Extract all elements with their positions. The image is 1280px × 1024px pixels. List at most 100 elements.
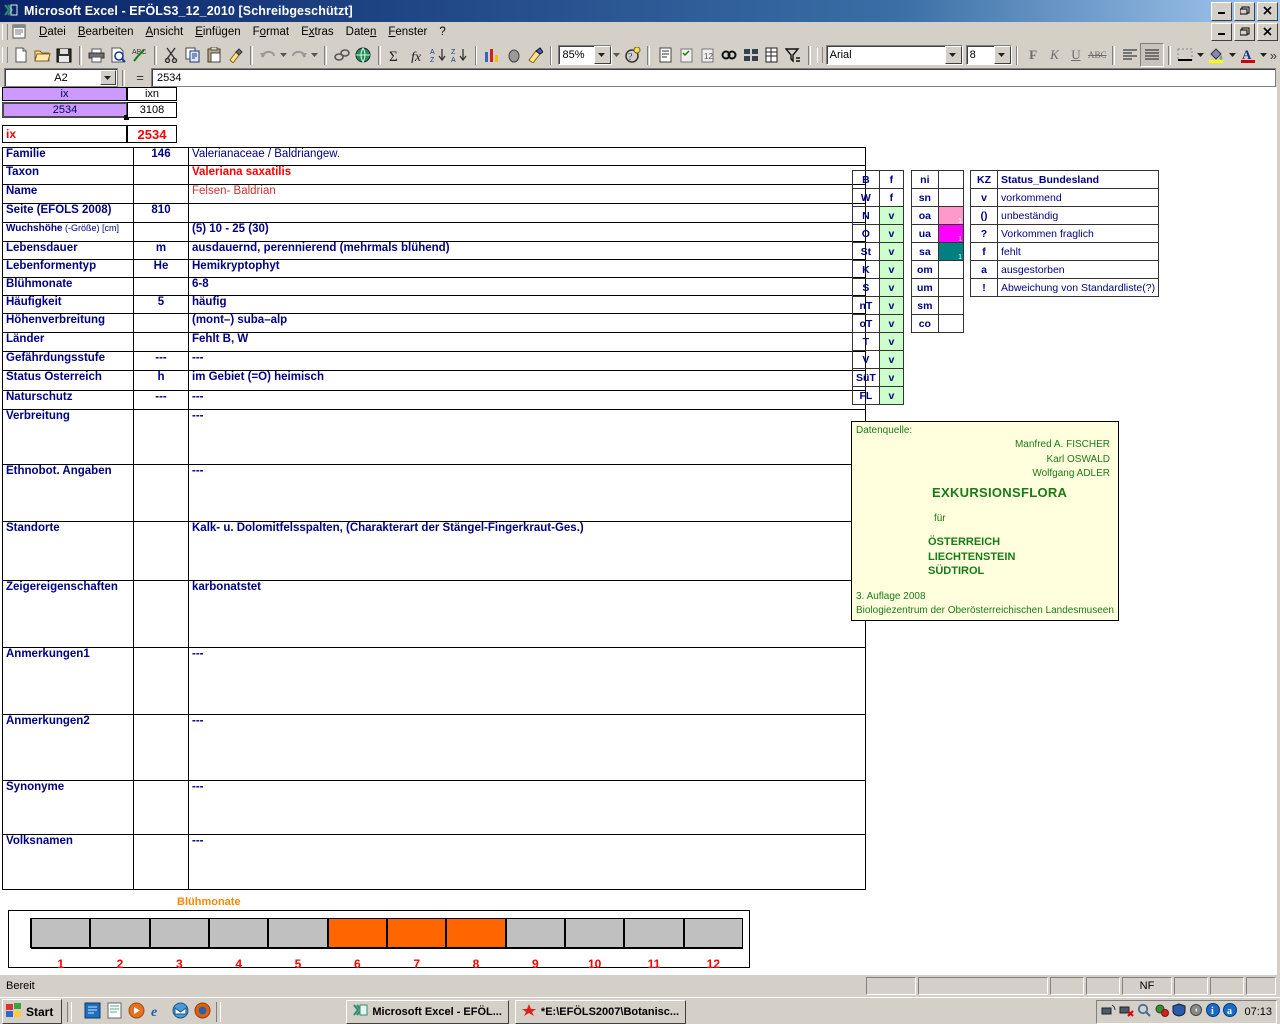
hoehenstufe-legend-row[interactable]: ni bbox=[911, 170, 965, 189]
laender-legend-row[interactable]: Bf bbox=[852, 170, 905, 189]
office-assistant-icon[interactable]: ? bbox=[622, 44, 643, 66]
notepad-icon[interactable] bbox=[106, 1002, 123, 1022]
calendar-icon[interactable]: 12 bbox=[697, 44, 718, 66]
table-row[interactable]: Name Felsen- Baldrian bbox=[2, 184, 866, 204]
name-box-dropdown-icon[interactable] bbox=[100, 70, 116, 85]
acrobat-icon[interactable]: a bbox=[1223, 1003, 1238, 1020]
show-desktop-icon[interactable] bbox=[84, 1002, 101, 1022]
print-icon[interactable] bbox=[86, 44, 107, 66]
table-row[interactable]: Status Österreich h im Gebiet (=Ö) heimisc… bbox=[2, 370, 866, 391]
borders-icon[interactable] bbox=[1175, 44, 1196, 66]
undo-dropdown-icon[interactable] bbox=[279, 44, 289, 66]
insert-function-equals-button[interactable]: = bbox=[129, 70, 151, 85]
search-icon[interactable] bbox=[1137, 1003, 1152, 1020]
undo-icon[interactable] bbox=[257, 44, 278, 66]
underline-button[interactable]: U bbox=[1065, 44, 1086, 66]
header-cell-ixn[interactable]: ixn bbox=[127, 87, 177, 101]
hoehenstufe-legend-row[interactable]: ua 1 bbox=[911, 224, 965, 243]
cut-icon[interactable] bbox=[161, 44, 182, 66]
italic-button[interactable]: K bbox=[1044, 44, 1065, 66]
table-row[interactable]: Blühmonate 6-8 bbox=[2, 277, 866, 296]
hoehenstufe-legend-row[interactable]: um bbox=[911, 278, 965, 297]
paste-icon[interactable] bbox=[204, 44, 225, 66]
internet-explorer-icon[interactable]: e bbox=[150, 1002, 167, 1022]
kz-legend-row[interactable]: () unbeständig bbox=[970, 206, 1160, 225]
new-icon[interactable] bbox=[11, 44, 32, 66]
menu-gripper[interactable] bbox=[2, 24, 8, 40]
filter-icon[interactable] bbox=[783, 44, 804, 66]
laender-legend-row[interactable]: Vv bbox=[852, 350, 905, 369]
name-box[interactable]: A2 bbox=[4, 68, 118, 87]
laender-legend-row[interactable]: oT v bbox=[852, 314, 905, 333]
antivirus-icon[interactable] bbox=[1154, 1003, 1170, 1020]
hoehenstufe-legend-row[interactable]: co bbox=[911, 314, 965, 333]
align-justify-icon[interactable] bbox=[1140, 43, 1164, 67]
menu-item-fenster[interactable]: Fenster bbox=[382, 24, 433, 40]
sort-ascending-icon[interactable]: AZ bbox=[428, 44, 449, 66]
kz-legend-row[interactable]: v vorkommend bbox=[970, 188, 1160, 207]
zoom-combo[interactable]: 85% bbox=[558, 45, 612, 65]
table-row[interactable]: Taxon Valeriana saxatilis bbox=[2, 165, 866, 185]
checklist-icon[interactable] bbox=[676, 44, 697, 66]
bluehmonate-chart[interactable]: Blühmonate 1 2 3 4 5 6 7 8 9 10 11 12 bbox=[8, 896, 750, 971]
autosum-icon[interactable]: Σ bbox=[385, 44, 406, 66]
redo-icon[interactable] bbox=[289, 44, 310, 66]
network-icon[interactable] bbox=[1101, 1003, 1116, 1020]
hoehenstufe-legend-row[interactable]: sm bbox=[911, 296, 965, 315]
laender-legend-row[interactable]: Ov bbox=[852, 224, 905, 243]
table-row[interactable]: Anmerkungen2 --- bbox=[2, 714, 866, 781]
hoehenstufe-legend-row[interactable]: om bbox=[911, 260, 965, 279]
toolbar-gripper-1[interactable] bbox=[2, 47, 8, 63]
table-row[interactable]: Ethnobot. Angaben --- bbox=[2, 464, 866, 522]
font-color-dropdown-icon[interactable] bbox=[1259, 44, 1269, 66]
fill-color-icon[interactable] bbox=[1206, 44, 1227, 66]
web-toolbar-icon[interactable] bbox=[353, 44, 374, 66]
toolbar-gripper-2[interactable] bbox=[816, 47, 823, 63]
taskbar-button-excel[interactable]: Microsoft Excel - EFÖL... bbox=[346, 999, 509, 1024]
function-wizard-icon[interactable]: fx bbox=[406, 44, 427, 66]
outlook-express-icon[interactable] bbox=[172, 1002, 189, 1022]
laender-legend-row[interactable]: Kv bbox=[852, 260, 905, 279]
font-name-dropdown-icon[interactable] bbox=[944, 46, 962, 64]
formula-input[interactable]: 2534 bbox=[151, 68, 1276, 87]
kz-legend-row[interactable]: ! Abweichung von Standardliste(?) bbox=[970, 278, 1160, 297]
table-row[interactable]: Zeigereigenschaften karbonatstet bbox=[2, 580, 866, 648]
hoehenstufe-legend-row[interactable]: sn bbox=[911, 188, 965, 207]
network-disconnected-icon[interactable] bbox=[1119, 1003, 1135, 1020]
laender-legend-row[interactable]: Tv bbox=[852, 332, 905, 351]
table-row[interactable]: Seite (EFÖLS 2008) 810 bbox=[2, 203, 866, 223]
laender-legend-row[interactable]: SüT v bbox=[852, 368, 905, 387]
find-icon[interactable] bbox=[718, 44, 739, 66]
print-preview-icon[interactable] bbox=[107, 44, 128, 66]
table-row[interactable]: Länder Fehlt B, W bbox=[2, 332, 866, 352]
volume-icon[interactable] bbox=[1189, 1003, 1203, 1020]
minimize-button[interactable] bbox=[1211, 2, 1232, 21]
worksheet-area[interactable]: ix ixn 2534 3108 ix 2534 Familie 146 Valer… bbox=[0, 87, 1280, 975]
laender-legend-row[interactable]: Sv bbox=[852, 278, 905, 297]
sort-descending-icon[interactable]: ZA bbox=[449, 44, 470, 66]
font-size-combo[interactable]: 8 bbox=[965, 45, 1012, 65]
doc-restore-button[interactable] bbox=[1234, 23, 1255, 41]
form-icon[interactable] bbox=[654, 44, 675, 66]
redo-dropdown-icon[interactable] bbox=[310, 44, 320, 66]
firefox-icon[interactable] bbox=[194, 1002, 211, 1022]
header-cell-ix[interactable]: ix bbox=[2, 87, 127, 101]
menu-item-format[interactable]: Format bbox=[247, 24, 295, 40]
map-icon[interactable] bbox=[503, 44, 524, 66]
hoehenstufe-legend-row[interactable]: oa 1 bbox=[911, 206, 965, 225]
table-row[interactable]: Verbreitung --- bbox=[2, 409, 866, 465]
format-painter-icon[interactable] bbox=[225, 44, 246, 66]
menu-item-help[interactable]: ? bbox=[433, 24, 451, 40]
laender-legend-row[interactable]: St v bbox=[852, 242, 905, 261]
strikethrough-button[interactable]: ABC bbox=[1087, 44, 1108, 66]
taskbar-button-document[interactable]: *E:\EFÖLS2007\Botanisc... bbox=[514, 999, 687, 1024]
menu-item-daten[interactable]: Daten bbox=[340, 24, 383, 40]
save-icon[interactable] bbox=[53, 44, 74, 66]
selected-cell-a2[interactable]: 2534 bbox=[2, 102, 128, 118]
restore-button[interactable] bbox=[1234, 2, 1255, 21]
hyperlink-icon[interactable] bbox=[331, 44, 352, 66]
start-button[interactable]: Start bbox=[2, 999, 63, 1024]
table-row[interactable]: Volksnamen --- bbox=[2, 834, 866, 890]
table-row[interactable]: Synonyme --- bbox=[2, 780, 866, 835]
table-row[interactable]: Häufigkeit 5 häufig bbox=[2, 295, 866, 314]
